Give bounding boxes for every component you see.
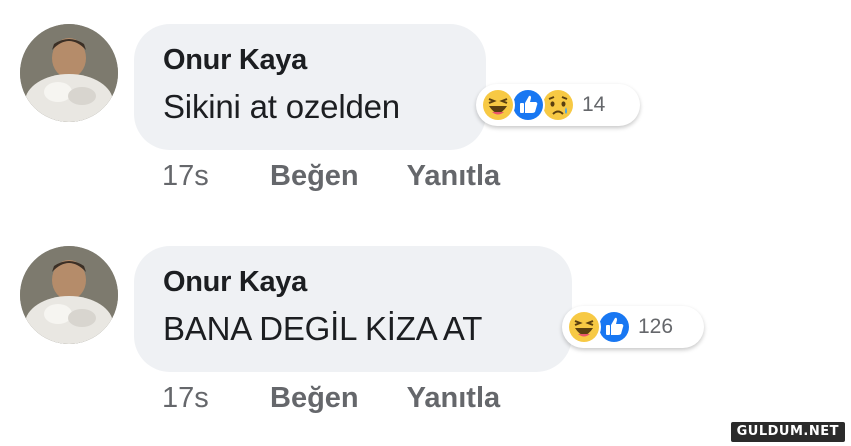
reply-button[interactable]: Yanıtla: [407, 160, 501, 193]
comment: Onur Kaya Sikini at ozelden 14 17s Beğen…: [0, 0, 851, 200]
comment-timestamp[interactable]: 17s: [162, 382, 232, 415]
comment-bubble: Onur Kaya BANA DEGİL KİZA AT: [134, 246, 572, 372]
comment-author[interactable]: Onur Kaya: [163, 44, 307, 77]
reply-button[interactable]: Yanıtla: [407, 382, 501, 415]
avatar[interactable]: [20, 24, 118, 122]
avatar[interactable]: [20, 246, 118, 344]
page: Onur Kaya Sikini at ozelden 14 17s Beğen…: [0, 0, 851, 446]
comment: Onur Kaya BANA DEGİL KİZA AT 126 17s Beğ…: [0, 222, 851, 422]
like-button[interactable]: Beğen: [270, 382, 359, 415]
watermark: GULDUM.NET: [730, 422, 845, 442]
like-button[interactable]: Beğen: [270, 160, 359, 193]
comment-actions: 17s Beğen Yanıtla: [162, 378, 500, 418]
comment-actions: 17s Beğen Yanıtla: [162, 156, 500, 196]
comment-timestamp[interactable]: 17s: [162, 160, 232, 193]
haha-icon: [480, 87, 516, 123]
haha-icon: [566, 309, 602, 345]
reaction-count: 126: [638, 315, 674, 338]
reactions-summary[interactable]: 126: [562, 306, 704, 348]
comment-bubble: Onur Kaya Sikini at ozelden: [134, 24, 486, 150]
comment-author[interactable]: Onur Kaya: [163, 266, 307, 299]
comment-text: Sikini at ozelden: [163, 88, 400, 125]
comment-text: BANA DEGİL KİZA AT: [163, 310, 483, 347]
reaction-count: 14: [582, 93, 606, 116]
reactions-summary[interactable]: 14: [476, 84, 640, 126]
